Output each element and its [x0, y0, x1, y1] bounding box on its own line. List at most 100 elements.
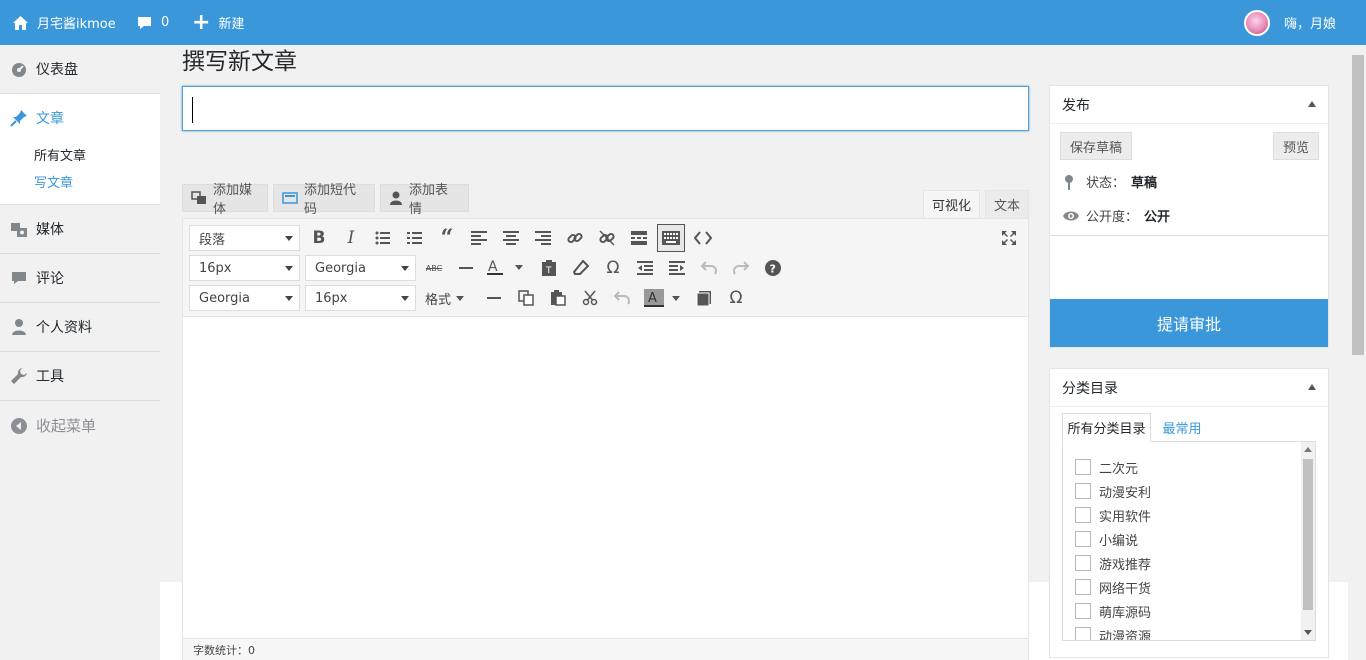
font-size-select-2[interactable]: 16px — [305, 285, 416, 311]
sidebar-item-posts[interactable]: 文章 所有文章 写文章 — [0, 94, 160, 205]
bullet-list-button[interactable] — [370, 225, 396, 251]
save-draft-button[interactable]: 保存草稿 — [1060, 132, 1132, 160]
publish-box-header[interactable]: 发布 — [1050, 86, 1328, 124]
background-color-button[interactable]: A — [641, 285, 685, 311]
preview-button[interactable]: 预览 — [1273, 132, 1319, 160]
redo-button[interactable] — [728, 255, 754, 281]
category-checkbox[interactable] — [1075, 459, 1091, 475]
align-center-button[interactable] — [498, 225, 524, 251]
copy-button[interactable] — [513, 285, 539, 311]
numbered-list-icon — [407, 232, 422, 244]
tab-popular-categories[interactable]: 最常用 — [1154, 413, 1210, 441]
insert-link-button[interactable] — [562, 225, 588, 251]
remove-link-button[interactable] — [594, 225, 620, 251]
category-checkbox[interactable] — [1075, 507, 1091, 523]
sidebar-item-media[interactable]: 媒体 — [0, 205, 160, 254]
font-family-select[interactable]: Georgia — [305, 255, 416, 281]
cut-button[interactable] — [577, 285, 603, 311]
italic-button[interactable]: I — [338, 225, 364, 251]
scroll-up-icon[interactable] — [1301, 444, 1315, 456]
user-account-menu[interactable]: 嗨，月娘 — [1243, 0, 1336, 45]
category-label: 动漫资源 — [1099, 629, 1152, 641]
paste-text-button[interactable]: T — [536, 255, 562, 281]
sidebar-subitem-all-posts[interactable]: 所有文章 — [0, 141, 86, 168]
undo-button[interactable] — [696, 255, 722, 281]
read-more-button[interactable] — [626, 225, 652, 251]
add-shortcode-button[interactable]: 添加短代码 — [273, 183, 375, 217]
numbered-list-button[interactable] — [402, 225, 428, 251]
scroll-down-icon[interactable] — [1301, 626, 1315, 638]
add-media-button[interactable]: 添加媒体 — [182, 183, 268, 217]
copy-icon — [518, 290, 534, 306]
clear-formatting-button[interactable] — [568, 255, 594, 281]
horizontal-line-button[interactable] — [453, 255, 479, 281]
list-item[interactable]: 动漫资源 — [1075, 625, 1152, 641]
category-scrollbar[interactable] — [1301, 442, 1315, 640]
sidebar-subitem-write-post[interactable]: 写文章 — [0, 168, 73, 195]
list-item[interactable]: 萌库源码 — [1075, 601, 1151, 621]
sidebar-item-tools[interactable]: 工具 — [0, 352, 160, 401]
category-checkbox[interactable] — [1075, 483, 1091, 499]
outdent-button[interactable] — [632, 255, 658, 281]
blockquote-button[interactable]: “ — [434, 225, 460, 251]
tab-text[interactable]: 文本 — [985, 190, 1029, 219]
category-label: 实用软件 — [1099, 509, 1152, 525]
home-icon — [13, 15, 28, 30]
list-item[interactable]: 动漫安利 — [1075, 481, 1151, 501]
paste-button[interactable] — [545, 285, 571, 311]
collapse-arrow-icon — [10, 417, 28, 435]
horizontal-line-button-2[interactable] — [481, 285, 507, 311]
font-size-select[interactable]: 16px — [189, 255, 300, 281]
list-item[interactable]: 二次元 — [1075, 457, 1138, 477]
new-content-link[interactable]: + 新建 — [192, 0, 244, 45]
editor-content-area[interactable] — [183, 317, 1028, 617]
sidebar-item-profile[interactable]: 个人资料 — [0, 303, 160, 352]
list-item[interactable]: 小编说 — [1075, 529, 1138, 549]
sidebar-item-dashboard[interactable]: 仪表盘 — [0, 45, 160, 94]
category-checkbox[interactable] — [1075, 579, 1091, 595]
bold-button[interactable]: B — [306, 225, 332, 251]
toolbar-toggle-button[interactable] — [657, 224, 685, 252]
tab-all-categories[interactable]: 所有分类目录 — [1062, 413, 1151, 442]
strikethrough-button[interactable]: ABC — [421, 255, 447, 281]
tab-visual[interactable]: 可视化 — [923, 190, 980, 219]
formats-menu-button[interactable]: 格式 — [425, 285, 473, 311]
category-checkbox[interactable] — [1075, 603, 1091, 619]
bullet-list-icon — [375, 231, 390, 245]
category-checkbox[interactable] — [1075, 627, 1091, 640]
collapse-arrow-icon[interactable] — [1308, 384, 1316, 390]
category-scrollbar-thumb[interactable] — [1303, 459, 1313, 610]
category-checkbox[interactable] — [1075, 531, 1091, 547]
page-scrollbar[interactable] — [1350, 45, 1366, 660]
text-color-button[interactable]: A — [483, 255, 527, 281]
help-button[interactable]: ? — [760, 255, 786, 281]
sidebar-item-label: 收起菜单 — [36, 417, 97, 435]
indent-button[interactable] — [664, 255, 690, 281]
list-item[interactable]: 网络干货 — [1075, 577, 1151, 597]
collapse-arrow-icon[interactable] — [1308, 101, 1316, 107]
sidebar-item-comments[interactable]: 评论 — [0, 254, 160, 303]
code-button[interactable] — [690, 225, 716, 251]
special-character-button-2[interactable]: Ω — [723, 285, 749, 311]
format-select[interactable]: 段落 — [189, 225, 300, 251]
special-character-button[interactable]: Ω — [600, 255, 626, 281]
align-right-button[interactable] — [530, 225, 556, 251]
category-checkbox[interactable] — [1075, 555, 1091, 571]
align-left-button[interactable] — [466, 225, 492, 251]
add-emoji-button[interactable]: 添加表情 — [380, 183, 469, 217]
submit-for-review-button[interactable]: 提请审批 — [1050, 299, 1328, 347]
paste-word-button[interactable] — [691, 285, 717, 311]
undo-button-2[interactable] — [609, 285, 635, 311]
categories-box-header[interactable]: 分类目录 — [1050, 369, 1328, 407]
collapse-menu-button[interactable]: 收起菜单 — [0, 401, 160, 450]
list-item[interactable]: 实用软件 — [1075, 505, 1151, 525]
dashboard-icon — [10, 60, 28, 78]
font-family-select-2[interactable]: Georgia — [189, 285, 300, 311]
list-item[interactable]: 游戏推荐 — [1075, 553, 1151, 573]
site-home-link[interactable]: 月宅酱ikmoe — [12, 0, 116, 45]
post-title-input[interactable] — [182, 86, 1029, 131]
sidebar-posts-row[interactable]: 文章 — [0, 94, 64, 141]
page-scrollbar-thumb[interactable] — [1352, 55, 1364, 355]
comments-link[interactable]: 0 — [136, 0, 169, 45]
fullscreen-button[interactable] — [996, 225, 1022, 251]
